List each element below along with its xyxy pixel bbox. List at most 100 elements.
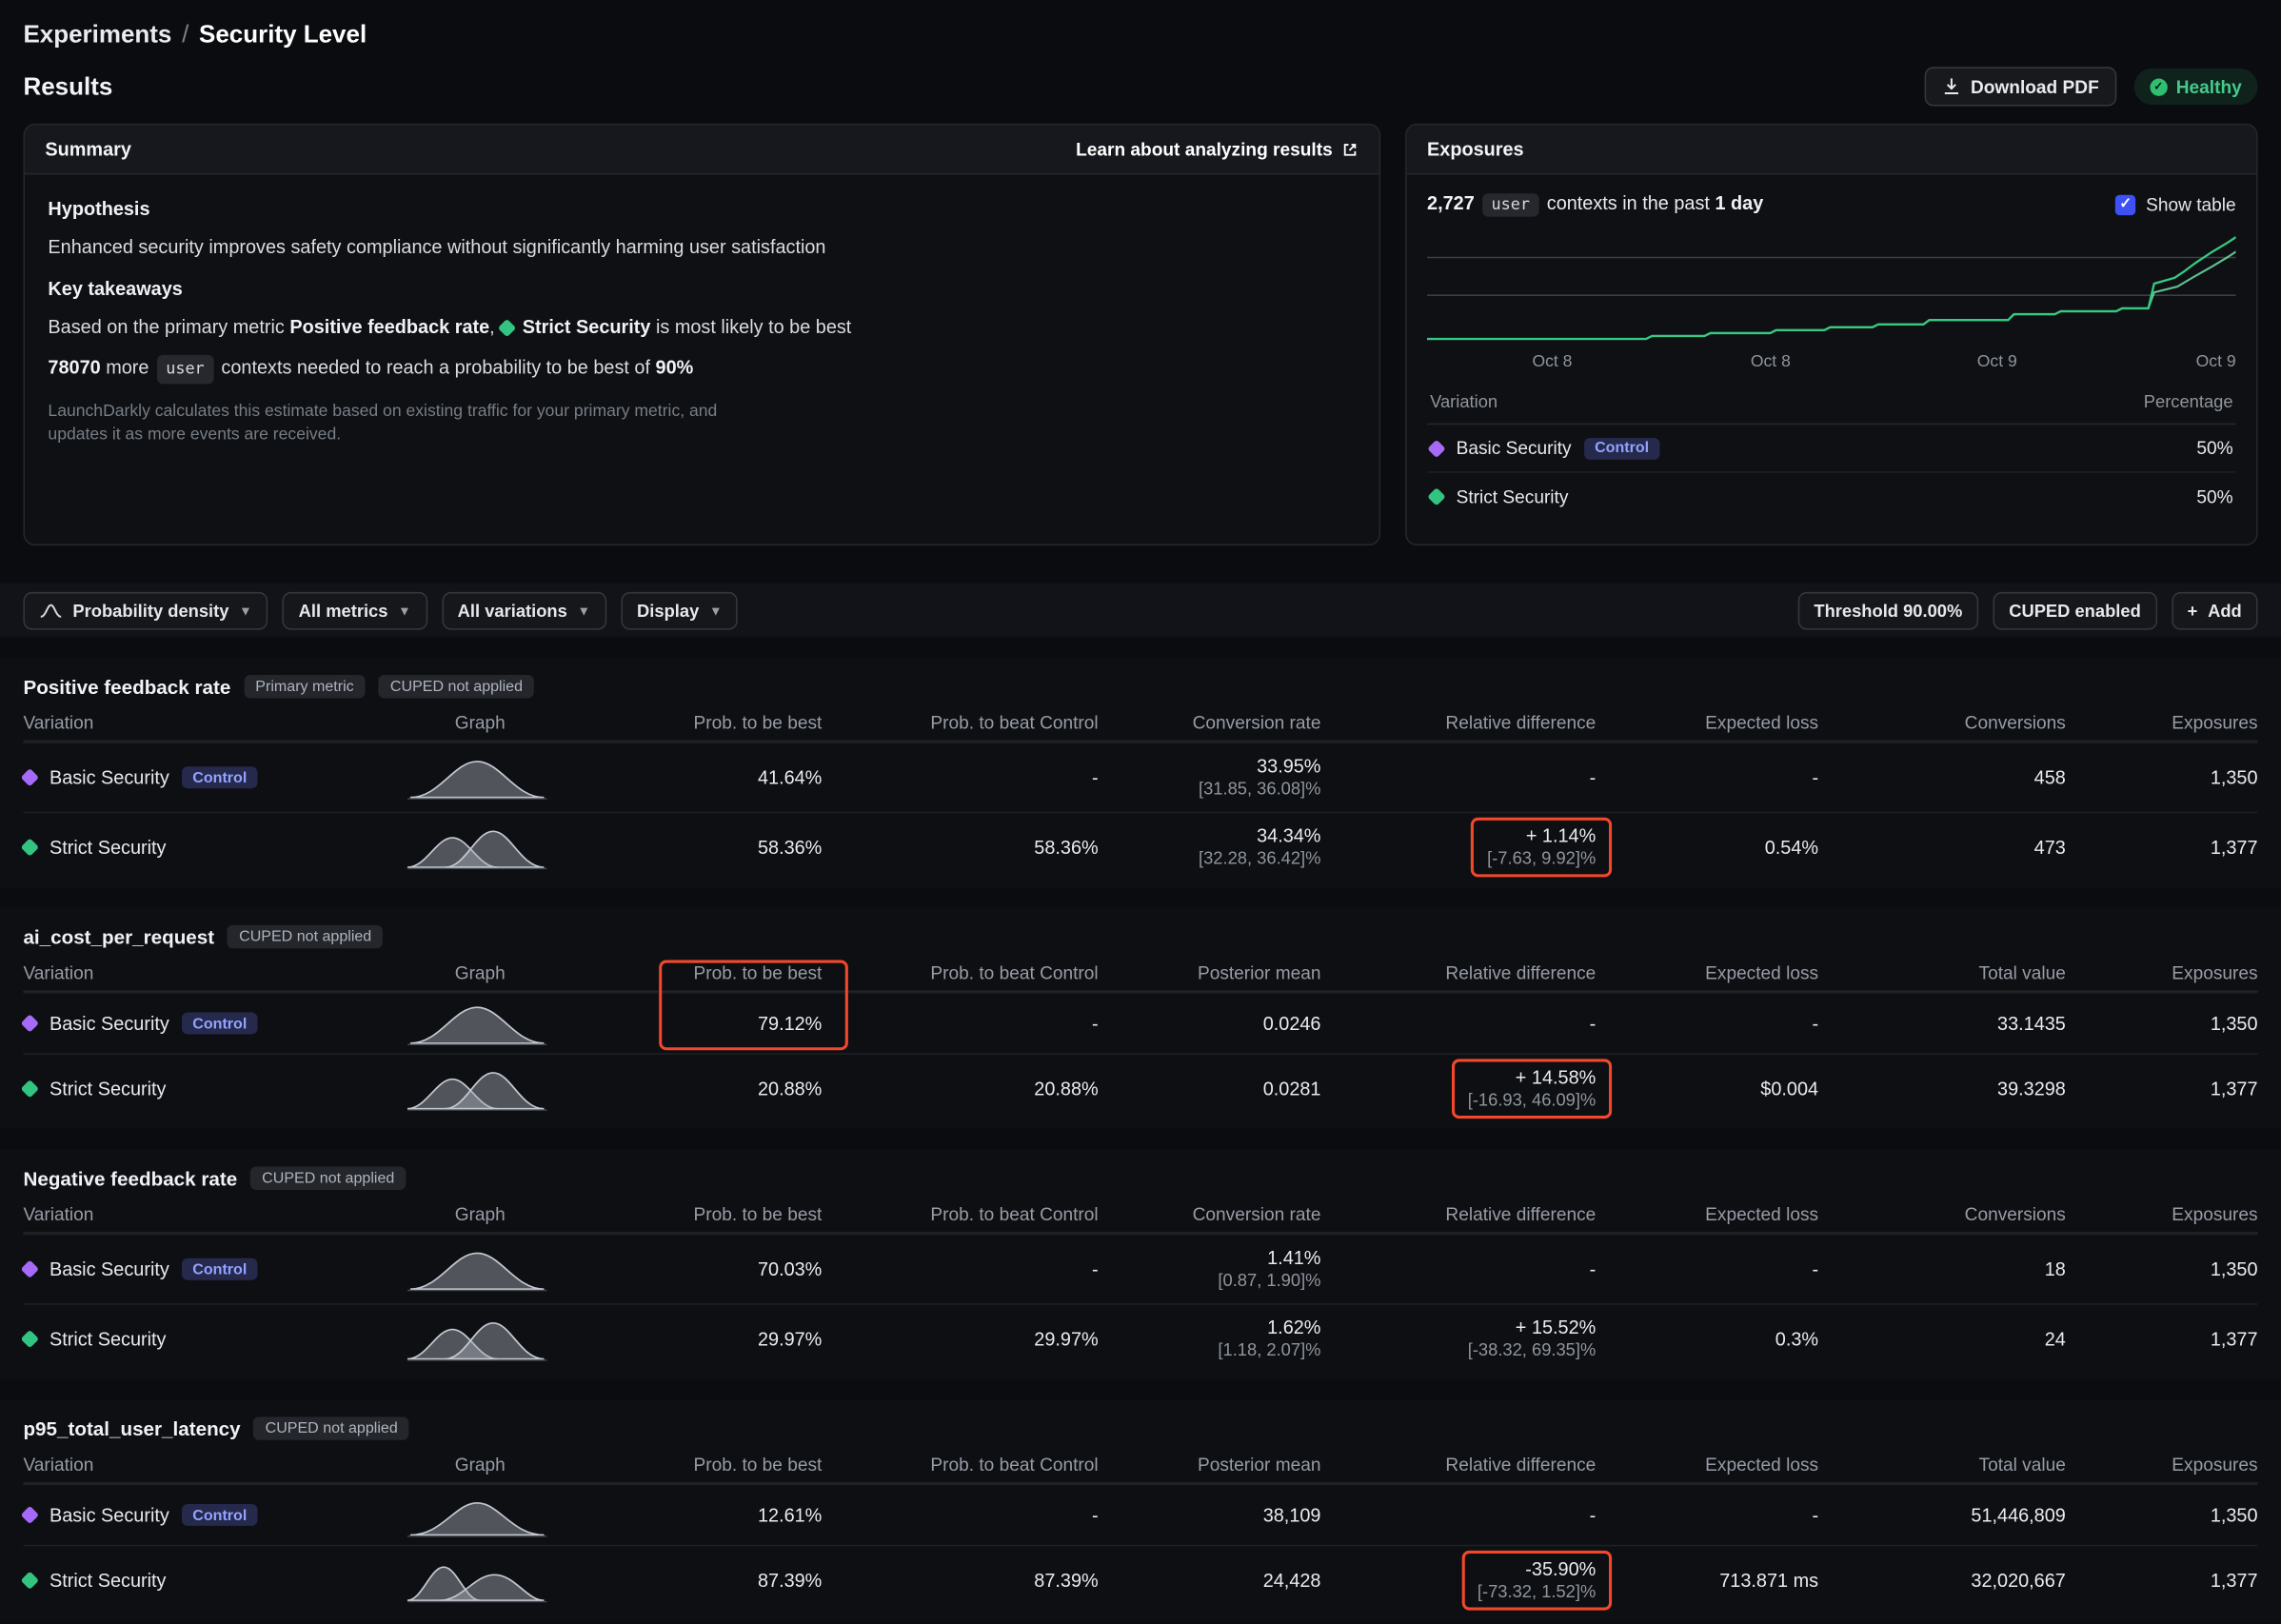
variation-name: Basic Security	[50, 1258, 169, 1280]
cuped-enabled-button[interactable]: CUPED enabled	[1993, 591, 2156, 629]
chevron-down-icon: ▼	[709, 603, 723, 617]
metric-section-p95-latency: p95_total_user_latency CUPED not applied…	[0, 1399, 2281, 1620]
cuped-badge: CUPED not applied	[228, 925, 384, 948]
table-row: Basic SecurityControl 79.12% - 0.0246 - …	[23, 992, 2257, 1053]
takeaway-contexts-needed: 78070 more user contexts needed to reach…	[48, 355, 1356, 385]
exposures-x-axis: Oct 8 Oct 8 Oct 9 Oct 9	[1427, 350, 2236, 375]
column-headers: VariationGraph Prob. to be bestProb. to …	[23, 1446, 2257, 1484]
variation-name: Basic Security	[1457, 438, 1572, 458]
column-headers: VariationGraph Prob. to be bestProb. to …	[23, 704, 2257, 743]
healthy-check-icon: ✓	[2150, 78, 2167, 95]
annotation-highlight-box: + 14.58%[-16.93, 46.09]%	[1452, 1059, 1612, 1119]
exposures-row-strict: Strict Security 50%	[1427, 473, 2236, 521]
control-badge: Control	[183, 766, 257, 788]
density-curve-double	[393, 1317, 567, 1361]
metric-section-ai-cost: ai_cost_per_request CUPED not applied Va…	[0, 908, 2281, 1129]
primary-metric-badge: Primary metric	[244, 675, 366, 698]
variation-name: Strict Security	[1457, 486, 1569, 506]
variations-dropdown-label: All variations	[458, 600, 567, 620]
strict-security-diamond-icon	[1427, 487, 1445, 505]
summary-title: Summary	[45, 138, 131, 160]
column-headers: VariationGraph Prob. to be bestProb. to …	[23, 1196, 2257, 1234]
table-row: Basic SecurityControl 41.64% - 33.95%[31…	[23, 742, 2257, 811]
strict-security-diamond-icon	[21, 1079, 39, 1098]
page-title: Results	[23, 72, 112, 102]
all-metrics-dropdown[interactable]: All metrics ▼	[283, 591, 427, 629]
download-pdf-button[interactable]: Download PDF	[1924, 67, 2116, 106]
exposures-count-line: 2,727 user contexts in the past 1 day	[1427, 192, 1763, 217]
basic-security-diamond-icon	[21, 1014, 39, 1032]
add-label: Add	[2208, 600, 2242, 620]
context-kind-chip: user	[157, 355, 213, 385]
density-curve-double	[393, 825, 567, 869]
variation-name: Basic Security	[50, 766, 169, 788]
metric-title: Negative feedback rate	[23, 1167, 237, 1189]
download-icon	[1941, 77, 1960, 96]
learn-about-results-link[interactable]: Learn about analyzing results	[1076, 139, 1359, 159]
threshold-button[interactable]: Threshold 90.00%	[1798, 591, 1979, 629]
control-badge: Control	[1584, 437, 1658, 459]
basic-security-diamond-icon	[21, 768, 39, 786]
external-link-icon	[1341, 140, 1359, 157]
table-row: Basic SecurityControl 70.03% - 1.41%[0.8…	[23, 1234, 2257, 1303]
table-row: Basic SecurityControl 12.61% - 38,109 - …	[23, 1484, 2257, 1545]
strict-security-diamond-icon	[21, 1572, 39, 1590]
variation-name: Basic Security	[50, 1013, 169, 1035]
exposures-col-percentage: Percentage	[2144, 391, 2233, 411]
density-curve-single	[393, 756, 567, 800]
density-dropdown-label: Probability density	[72, 600, 228, 620]
cuped-badge: CUPED not applied	[250, 1167, 407, 1190]
show-table-label: Show table	[2146, 194, 2236, 214]
cuped-badge: CUPED not applied	[253, 1416, 409, 1439]
learn-link-label: Learn about analyzing results	[1076, 139, 1333, 159]
key-takeaways-label: Key takeaways	[48, 276, 1356, 301]
threshold-label: Threshold 90.00%	[1814, 600, 1962, 620]
context-kind-chip: user	[1482, 193, 1538, 216]
exposures-card: Exposures 2,727 user contexts in the pas…	[1405, 124, 2257, 545]
column-headers: VariationGraph Prob. to be bestProb. to …	[23, 954, 2257, 992]
annotation-highlight-box: + 1.14%[-7.63, 9.92]%	[1471, 818, 1612, 878]
density-curve-icon	[39, 602, 62, 619]
results-toolbar: Probability density ▼ All metrics ▼ All …	[0, 584, 2281, 638]
chevron-down-icon: ▼	[239, 603, 252, 617]
table-row: Strict Security 87.39% 87.39% 24,428 -35…	[23, 1545, 2257, 1614]
strict-security-diamond-icon	[498, 319, 516, 337]
variation-name: Basic Security	[50, 1504, 169, 1526]
basic-security-diamond-icon	[21, 1260, 39, 1278]
table-row: Strict Security 20.88% 20.88% 0.0281 + 1…	[23, 1053, 2257, 1122]
table-row: Strict Security 58.36% 58.36% 34.34%[32.…	[23, 812, 2257, 881]
control-badge: Control	[183, 1013, 257, 1035]
variation-percentage: 50%	[2196, 438, 2232, 458]
annotation-highlight-box: -35.90%[-73.32, 1.52]%	[1461, 1551, 1612, 1611]
exposures-row-basic: Basic Security Control 50%	[1427, 425, 2236, 472]
variation-name: Strict Security	[50, 1328, 167, 1350]
takeaway-primary-metric: Based on the primary metric Positive fee…	[48, 314, 1356, 339]
hypothesis-text: Enhanced security improves safety compli…	[48, 234, 1356, 259]
basic-security-diamond-icon	[1427, 439, 1445, 457]
breadcrumb-parent[interactable]: Experiments	[23, 20, 171, 48]
variation-percentage: 50%	[2196, 486, 2232, 506]
metrics-dropdown-label: All metrics	[299, 600, 388, 620]
density-curve-single	[393, 1247, 567, 1291]
breadcrumb-separator: /	[182, 20, 188, 48]
exposures-title: Exposures	[1427, 138, 1524, 160]
control-badge: Control	[183, 1258, 257, 1280]
add-metric-button[interactable]: + Add	[2172, 591, 2258, 629]
cuped-label: CUPED enabled	[2009, 600, 2141, 620]
metric-title: Positive feedback rate	[23, 676, 230, 698]
display-dropdown[interactable]: Display ▼	[621, 591, 738, 629]
exposures-table: Variation Percentage Basic Security Cont…	[1427, 383, 2236, 521]
strict-security-diamond-icon	[21, 1330, 39, 1348]
control-badge: Control	[183, 1504, 257, 1526]
all-variations-dropdown[interactable]: All variations ▼	[442, 591, 606, 629]
exposures-line-chart	[1427, 234, 2236, 350]
status-badge-label: Healthy	[2176, 76, 2242, 96]
show-table-toggle[interactable]: ✓ Show table	[2115, 194, 2236, 214]
display-dropdown-label: Display	[637, 600, 699, 620]
chevron-down-icon: ▼	[578, 603, 591, 617]
probability-density-dropdown[interactable]: Probability density ▼	[23, 591, 268, 629]
metric-title: ai_cost_per_request	[23, 926, 214, 948]
variation-name: Strict Security	[50, 1078, 167, 1099]
show-table-checkbox[interactable]: ✓	[2115, 194, 2135, 214]
exposures-col-variation: Variation	[1430, 391, 1498, 411]
